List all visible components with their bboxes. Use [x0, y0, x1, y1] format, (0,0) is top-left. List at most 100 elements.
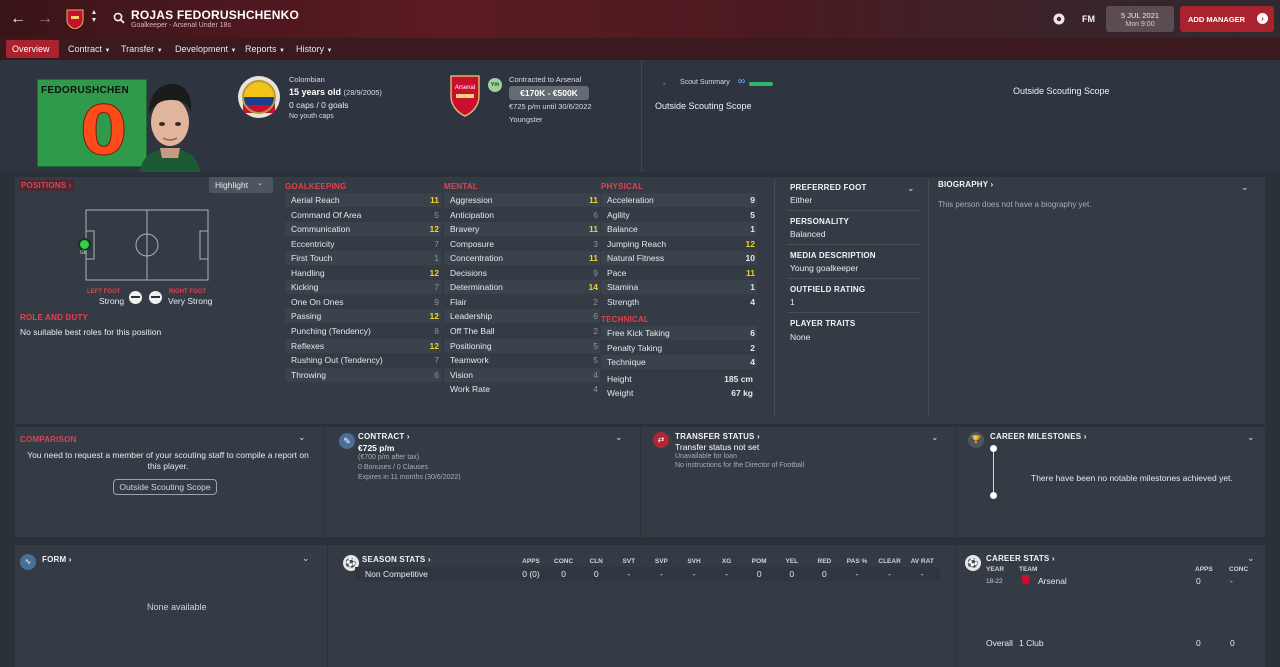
attribute-row-physical[interactable]: Balance 1 — [601, 222, 757, 237]
career-team[interactable]: Arsenal — [1038, 576, 1067, 586]
attribute-row-goalkeeping[interactable]: Passing 12 — [285, 309, 441, 324]
player-switch-icon[interactable]: ▲ ▼ — [90, 9, 98, 27]
chevron-down-icon[interactable]: ⌄ — [1247, 553, 1255, 564]
attribute-row-mental[interactable]: Off The Ball 2 — [444, 324, 600, 338]
attribute-row-goalkeeping[interactable]: Kicking 7 — [285, 280, 441, 295]
attribute-row-physical[interactable]: Jumping Reach 12 — [601, 237, 757, 251]
tab-reports[interactable]: Reports ▼ — [239, 40, 291, 58]
milestones-title[interactable]: CAREER MILESTONES › — [990, 432, 1087, 441]
attribute-row-physical[interactable]: Natural Fitness 10 — [601, 251, 757, 266]
attribute-row-mental[interactable]: Anticipation 6 — [444, 208, 600, 222]
attribute-row-mental[interactable]: Bravery 11 — [444, 222, 600, 237]
attribute-row-mental[interactable]: Concentration 11 — [444, 251, 600, 266]
transfer-title[interactable]: TRANSFER STATUS › — [675, 432, 760, 441]
attribute-row-mental[interactable]: Vision 4 — [444, 367, 600, 382]
attribute-row-physical[interactable]: Pace 11 — [601, 266, 757, 280]
attribute-row-mental[interactable]: Teamwork 5 — [444, 353, 600, 367]
season-stat-header[interactable]: CONC — [548, 558, 580, 565]
season-stats-title[interactable]: SEASON STATS › — [362, 555, 431, 564]
attribute-value: 4 — [593, 384, 598, 395]
chevron-down-icon[interactable]: ⌄ — [931, 432, 939, 443]
attribute-name: Natural Fitness — [607, 253, 665, 264]
season-stat-header[interactable]: SVP — [645, 558, 677, 565]
attribute-row-mental[interactable]: Positioning 5 — [444, 338, 600, 353]
forward-arrow-icon[interactable]: → — [37, 11, 53, 27]
attribute-row-physical[interactable]: Agility 5 — [601, 208, 757, 222]
tab-overview[interactable]: Overview ▼ — [6, 40, 59, 72]
attribute-row-mental[interactable]: Composure 3 — [444, 237, 600, 251]
top-bar: ← → ▲ ▼ ROJAS FEDORUSHCHENKO Goalkeeper -… — [0, 0, 1280, 38]
form-title[interactable]: FORM › — [42, 555, 72, 564]
season-stat-header[interactable]: SVH — [678, 558, 710, 565]
arsenal-crest-icon[interactable]: Arsenal — [449, 74, 481, 118]
season-stat-value: 0 — [756, 569, 762, 579]
tab-history[interactable]: History ▼ — [290, 40, 338, 58]
attribute-row-technical[interactable]: Technique 4 — [601, 355, 757, 370]
outside-scope-button[interactable]: Outside Scouting Scope — [113, 479, 217, 495]
chevron-down-icon[interactable]: ⌄ — [302, 553, 310, 564]
season-stat-header[interactable]: CLEAR — [874, 558, 906, 565]
season-stat-header[interactable]: PAS % — [841, 558, 873, 565]
attribute-row-goalkeeping[interactable]: One On Ones 9 — [285, 295, 441, 309]
attribute-row-goalkeeping[interactable]: Reflexes 12 — [285, 338, 441, 353]
season-stat-header[interactable]: SVT — [613, 558, 645, 565]
attribute-row-physical[interactable]: Stamina 1 — [601, 280, 757, 295]
season-stat-header[interactable]: CLN — [580, 558, 612, 565]
chevron-down-icon[interactable]: ⌄ — [907, 183, 915, 194]
season-stat-header[interactable]: XG — [711, 558, 743, 565]
positions-title[interactable]: POSITIONS › — [19, 180, 74, 191]
attribute-name: Aggression — [450, 195, 493, 205]
attribute-value: 6 — [593, 209, 598, 220]
attribute-value: 1 — [750, 282, 755, 293]
season-stat-header[interactable]: POM — [743, 558, 775, 565]
comparison-title: COMPARISON — [20, 435, 77, 444]
season-stat-header[interactable]: RED — [808, 558, 840, 565]
season-stat-header[interactable]: APPS — [515, 558, 547, 565]
attribute-row-mental[interactable]: Work Rate 4 — [444, 382, 600, 396]
search-icon[interactable] — [113, 12, 125, 24]
back-arrow-icon[interactable]: ← — [10, 11, 26, 27]
attribute-row-mental[interactable]: Flair 2 — [444, 295, 600, 309]
traits-value: None — [790, 332, 811, 342]
attribute-row-technical[interactable]: Penalty Taking 2 — [601, 341, 757, 355]
attribute-row-physical[interactable]: Acceleration 9 — [601, 193, 757, 207]
chevron-down-icon[interactable]: ⌄ — [298, 432, 306, 443]
contract-title[interactable]: CONTRACT › — [358, 432, 410, 441]
attribute-row-technical[interactable]: Free Kick Taking 6 — [601, 326, 757, 340]
chevron-down-icon[interactable]: ⌄ — [615, 432, 623, 443]
attribute-row-goalkeeping[interactable]: Aerial Reach 11 — [285, 193, 441, 207]
highlight-dropdown[interactable]: Highlight ⌄ — [209, 177, 273, 193]
club-crest-icon[interactable] — [66, 9, 84, 29]
attribute-value: 11 — [746, 267, 755, 278]
tab-contract[interactable]: Contract ▼ — [62, 40, 116, 58]
attribute-row-goalkeeping[interactable]: Throwing 6 — [285, 367, 441, 382]
attribute-row-goalkeeping[interactable]: Handling 12 — [285, 266, 441, 280]
attribute-row-goalkeeping[interactable]: Communication 12 — [285, 222, 441, 237]
media-label: MEDIA DESCRIPTION — [790, 251, 876, 260]
add-manager-button[interactable]: ADD MANAGER › — [1180, 6, 1274, 32]
settings-icon[interactable] — [1052, 12, 1066, 26]
attribute-row-goalkeeping[interactable]: Eccentricity 7 — [285, 237, 441, 251]
chevron-down-icon[interactable]: ⌄ — [1241, 182, 1249, 193]
attribute-row-goalkeeping[interactable]: Punching (Tendency) 8 — [285, 324, 441, 338]
attribute-row-mental[interactable]: Leadership 6 — [444, 309, 600, 324]
goalkeeping-title: GOALKEEPING — [285, 182, 347, 191]
tab-transfer[interactable]: Transfer ▼ — [115, 40, 169, 58]
attribute-row-physical[interactable]: Strength 4 — [601, 295, 757, 309]
season-stat-header[interactable]: YEL — [776, 558, 808, 565]
date-panel[interactable]: 5 JUL 2021 Mon 9:00 — [1106, 6, 1174, 32]
attribute-row-goalkeeping[interactable]: First Touch 1 — [285, 251, 441, 266]
fm-logo[interactable]: FM — [1082, 14, 1095, 24]
contract-bonuses: 0 Bonuses / 0 Clauses — [358, 464, 429, 471]
attribute-row-mental[interactable]: Determination 14 — [444, 280, 600, 295]
career-stats-title[interactable]: CAREER STATS › — [986, 554, 1055, 563]
attribute-row-goalkeeping[interactable]: Rushing Out (Tendency) 7 — [285, 353, 441, 367]
season-stat-value: 0 — [789, 569, 795, 579]
attribute-row-mental[interactable]: Aggression 11 — [444, 193, 600, 207]
attribute-row-mental[interactable]: Decisions 9 — [444, 266, 600, 280]
season-stat-header[interactable]: AV RAT — [906, 558, 938, 565]
tab-development[interactable]: Development ▼ — [169, 40, 243, 58]
chevron-down-icon[interactable]: ⌄ — [1247, 432, 1255, 443]
biography-title[interactable]: BIOGRAPHY › — [938, 180, 993, 189]
attribute-row-goalkeeping[interactable]: Command Of Area 5 — [285, 208, 441, 222]
